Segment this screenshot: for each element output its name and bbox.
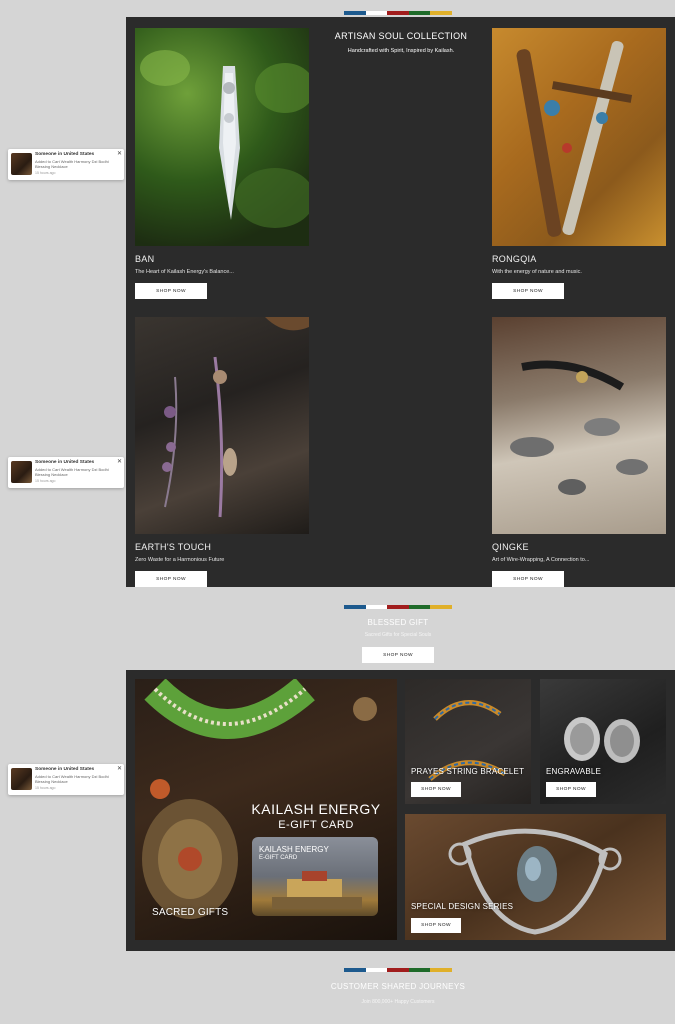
earths-touch-product-image[interactable]: [135, 317, 309, 534]
toast-product-thumbnail: [11, 153, 32, 175]
flag-stripe-yellow: [430, 605, 452, 609]
toast-who: Someone in United States: [35, 767, 95, 772]
close-icon[interactable]: ✕: [117, 458, 122, 465]
wire-wrapped-stones-illustration: [510, 360, 648, 495]
toast-what: Added to Cart Wealth Harmony Dzi Bodhi B…: [35, 774, 109, 784]
gift-card-title: KAILASH ENERGY: [251, 801, 381, 817]
artisan-collection-section: ARTISAN SOUL COLLECTION Handcrafted with…: [126, 17, 675, 587]
close-icon[interactable]: ✕: [117, 150, 122, 157]
customer-journeys-title: CUSTOMER SHARED JOURNEYS: [330, 982, 466, 991]
flag-stripe-yellow: [430, 968, 452, 972]
crystal-pendant-illustration: [140, 50, 309, 228]
flag-stripe-blue: [344, 968, 366, 972]
collection-title: ARTISAN SOUL COLLECTION: [334, 31, 468, 41]
prayer-bracelet-label: PRAYES STRING BRACELET: [411, 767, 525, 776]
instrument-illustration: [516, 40, 633, 237]
customer-journeys-subtitle: Join 800,000+ Happy Customers: [361, 999, 435, 1005]
flag-stripe-white: [365, 11, 388, 15]
add-to-cart-toast[interactable]: Someone in United States Added to Cart W…: [8, 764, 124, 795]
ban-description: The Heart of Kailash Energy's Balance...: [135, 269, 234, 275]
toast-what: Added to Cart Wealth Harmony Dzi Bodhi B…: [35, 467, 109, 477]
blessed-gift-title: BLESSED GIFT: [367, 618, 429, 627]
palace-illustration: [272, 871, 362, 909]
toast-who: Someone in United States: [35, 460, 95, 465]
prayer-flag-divider: [344, 968, 452, 972]
ban-shop-now-button[interactable]: SHOP NOW: [135, 283, 207, 299]
flag-stripe-white: [365, 605, 388, 609]
ban-product-image[interactable]: [135, 28, 309, 246]
earths-touch-title: EARTH'S TOUCH: [135, 542, 212, 552]
flag-stripe-green: [408, 605, 431, 609]
sacred-gifts-label: SACRED GIFTS: [152, 907, 229, 918]
engravable-tile[interactable]: ENGRAVABLE SHOP NOW: [540, 679, 666, 804]
flag-stripe-blue: [344, 605, 366, 609]
qingke-product-image[interactable]: [492, 317, 666, 534]
flag-stripe-red: [387, 605, 409, 609]
flag-stripe-blue: [344, 11, 366, 15]
earths-touch-shop-now-button[interactable]: SHOP NOW: [135, 571, 207, 587]
special-design-label: SPECIAL DESIGN SERIES: [411, 902, 514, 911]
close-icon[interactable]: ✕: [117, 765, 122, 772]
toast-product-thumbnail: [11, 461, 32, 483]
engravable-shop-now-button[interactable]: SHOP NOW: [546, 782, 596, 797]
qingke-description: Art of Wire-Wrapping, A Connection to...: [492, 557, 590, 563]
prayer-flag-divider: [344, 605, 452, 609]
flag-stripe-red: [387, 11, 409, 15]
earths-touch-description: Zero Waste for a Harmonious Future: [135, 557, 225, 563]
toast-when: 15 hours ago: [35, 479, 56, 483]
flag-stripe-white: [365, 968, 388, 972]
gift-card-subtitle: E-GIFT CARD: [278, 819, 354, 831]
earrings-illustration: [162, 317, 309, 518]
toast-when: 15 hours ago: [35, 786, 56, 790]
toast-product-thumbnail: [11, 768, 32, 790]
sacred-gifts-tile[interactable]: SACRED GIFTS KAILASH ENERGY E-GIFT CARD …: [135, 679, 397, 940]
toast-who: Someone in United States: [35, 152, 95, 157]
blessed-gift-subtitle: Sacred Gifts for Special Souls: [364, 632, 432, 638]
engravable-label: ENGRAVABLE: [546, 767, 602, 776]
rongqia-product-image[interactable]: [492, 28, 666, 246]
prayer-flag-divider: [344, 11, 452, 15]
flag-stripe-yellow: [430, 11, 452, 15]
prayer-bracelet-tile[interactable]: PRAYES STRING BRACELET SHOP NOW: [405, 679, 531, 804]
qingke-title: QINGKE: [492, 542, 529, 552]
collection-subtitle: Handcrafted with Spirit, Inspired by Kai…: [347, 48, 455, 54]
special-design-shop-now-button[interactable]: SHOP NOW: [411, 918, 461, 933]
rongqia-title: RONGQIA: [492, 254, 537, 264]
special-design-tile[interactable]: SPECIAL DESIGN SERIES SHOP NOW: [405, 814, 666, 940]
add-to-cart-toast[interactable]: Someone in United States Added to Cart W…: [8, 457, 124, 488]
qingke-shop-now-button[interactable]: SHOP NOW: [492, 571, 564, 587]
flag-stripe-green: [408, 11, 431, 15]
rongqia-shop-now-button[interactable]: SHOP NOW: [492, 283, 564, 299]
add-to-cart-toast[interactable]: Someone in United States Added to Cart W…: [8, 149, 124, 180]
rongqia-description: With the energy of nature and music.: [492, 269, 582, 275]
flag-stripe-green: [408, 968, 431, 972]
toast-what: Added to Cart Wealth Harmony Dzi Bodhi B…: [35, 159, 109, 169]
toast-when: 15 hours ago: [35, 171, 56, 175]
prayer-bracelet-shop-now-button[interactable]: SHOP NOW: [411, 782, 461, 797]
ban-title: BAN: [135, 254, 155, 264]
gifts-section: SACRED GIFTS KAILASH ENERGY E-GIFT CARD …: [126, 670, 675, 951]
flag-stripe-red: [387, 968, 409, 972]
gift-card-image[interactable]: KAILASH ENERGY E-GIFT CARD: [252, 837, 378, 916]
blessed-gift-shop-now-button[interactable]: SHOP NOW: [362, 647, 434, 663]
